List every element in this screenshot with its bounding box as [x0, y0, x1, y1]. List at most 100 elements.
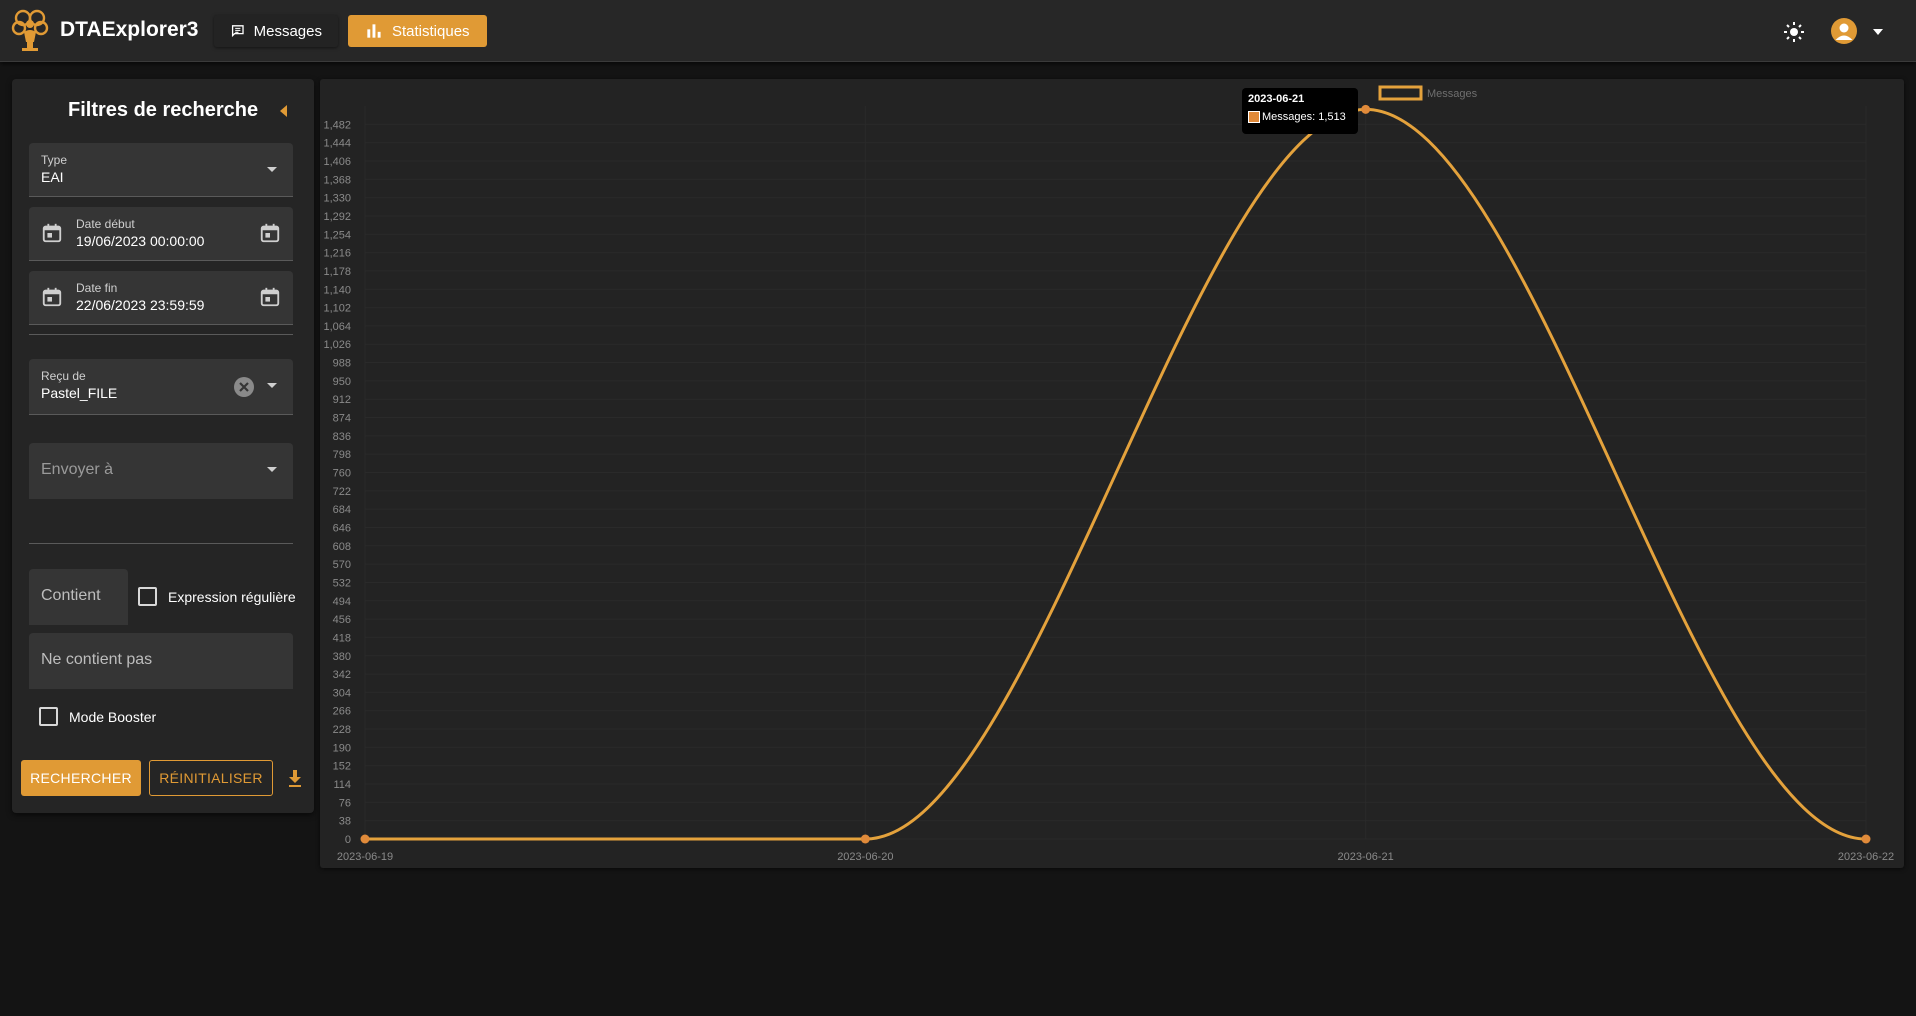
y-tick-label: 1,178	[323, 266, 351, 278]
tooltip-swatch	[1248, 111, 1260, 123]
date-end-field[interactable]: Date fin 22/06/2023 23:59:59	[29, 271, 293, 325]
regex-checkbox[interactable]	[138, 587, 157, 606]
y-tick-label: 684	[333, 504, 351, 516]
search-button[interactable]: Rechercher	[21, 760, 141, 796]
date-start-field[interactable]: Date début 19/06/2023 00:00:00	[29, 207, 293, 261]
type-select[interactable]: Type EAI	[29, 143, 293, 197]
y-tick-label: 266	[333, 706, 351, 718]
contains-input[interactable]: Contient	[29, 569, 128, 625]
download-icon[interactable]	[284, 767, 306, 789]
clear-circle-icon[interactable]	[233, 376, 255, 398]
chart-tooltip: 2023-06-21 Messages: 1,513	[1242, 88, 1358, 134]
y-tick-label: 646	[333, 522, 351, 534]
received-from-value: Pastel_FILE	[41, 385, 118, 401]
date-start-label: Date début	[76, 217, 135, 231]
y-tick-label: 456	[333, 614, 351, 626]
booster-label: Mode Booster	[69, 709, 157, 725]
data-point[interactable]	[360, 834, 370, 844]
y-tick-label: 1,140	[323, 284, 351, 296]
y-tick-label: 418	[333, 632, 351, 644]
y-tick-label: 532	[333, 577, 351, 589]
data-point[interactable]	[1361, 104, 1371, 114]
calendar-icon	[42, 223, 62, 243]
y-tick-label: 152	[333, 761, 351, 773]
tree-person-logo-icon	[11, 9, 49, 51]
contains-placeholder: Contient	[41, 587, 101, 604]
x-tick-label: 2023-06-21	[1338, 851, 1394, 863]
send-to-placeholder: Envoyer à	[41, 461, 114, 478]
y-tick-label: 1,216	[323, 248, 351, 260]
x-tick-label: 2023-06-22	[1838, 851, 1894, 863]
caret-left-icon[interactable]	[276, 101, 292, 121]
y-tick-label: 1,292	[323, 211, 351, 223]
y-tick-label: 114	[333, 779, 351, 791]
booster-checkbox[interactable]	[39, 707, 58, 726]
received-from-select[interactable]: Reçu de Pastel_FILE	[29, 359, 293, 415]
y-tick-label: 798	[333, 449, 351, 461]
sun-icon[interactable]	[1782, 20, 1806, 44]
divider	[29, 334, 293, 335]
y-tick-label: 1,482	[323, 119, 351, 131]
y-tick-label: 380	[333, 651, 351, 663]
y-tick-label: 190	[333, 742, 351, 754]
caret-down-icon	[267, 467, 277, 472]
y-tick-label: 304	[333, 687, 351, 699]
y-tick-label: 1,064	[323, 321, 351, 333]
data-point[interactable]	[1861, 834, 1871, 844]
y-tick-label: 1,368	[323, 174, 351, 186]
caret-down-icon	[267, 383, 277, 388]
y-tick-label: 342	[333, 669, 351, 681]
y-tick-label: 912	[333, 394, 351, 406]
data-point[interactable]	[860, 834, 870, 844]
type-value: EAI	[41, 169, 64, 185]
y-tick-label: 1,254	[323, 229, 351, 241]
tooltip-text: Messages: 1,513	[1262, 111, 1346, 123]
x-tick-label: 2023-06-19	[337, 851, 393, 863]
y-tick-label: 494	[333, 596, 351, 608]
nav-messages-button[interactable]: Messages	[214, 15, 338, 47]
date-start-value: 19/06/2023 00:00:00	[76, 233, 205, 249]
y-tick-label: 608	[333, 541, 351, 553]
messages-line-chart[interactable]: Messages 0 38 76 114 152 190 228 266 304 342 380 41…	[320, 79, 1904, 868]
nav-statistics-label: Statistiques	[392, 22, 470, 40]
caret-down-icon[interactable]	[1870, 24, 1886, 40]
y-tick-label: 1,102	[323, 303, 351, 315]
tooltip-title: 2023-06-21	[1248, 93, 1305, 105]
calendar-icon[interactable]	[259, 222, 281, 244]
statistics-chart-panel: Messages 0 38 76 114 152 190 228 266 304 342 380 41…	[320, 79, 1904, 868]
caret-down-icon	[267, 167, 277, 172]
regex-label: Expression régulière	[168, 589, 296, 605]
not-contains-placeholder: Ne contient pas	[41, 651, 153, 668]
filters-title: Filtres de recherche	[68, 99, 259, 121]
series-line-messages[interactable]	[364, 107, 1867, 841]
bar-chart-icon	[367, 24, 381, 38]
x-tick-label: 2023-06-20	[837, 851, 893, 863]
y-tick-label: 1,444	[323, 138, 351, 150]
y-tick-label: 950	[333, 376, 351, 388]
calendar-icon[interactable]	[259, 286, 281, 308]
y-tick-label: 1,330	[323, 193, 351, 205]
reset-button[interactable]: Réinitialiser	[149, 760, 273, 796]
y-tick-label: 570	[333, 559, 351, 571]
legend-label[interactable]: Messages	[1427, 88, 1478, 100]
account-circle-icon[interactable]	[1831, 18, 1857, 44]
type-label: Type	[41, 153, 68, 167]
divider	[29, 543, 293, 544]
nav-statistics-button[interactable]: Statistiques	[348, 15, 487, 47]
y-tick-label: 0	[345, 834, 351, 846]
y-tick-label: 76	[339, 797, 351, 809]
y-tick-label: 1,026	[323, 339, 351, 351]
nav-messages-label: Messages	[253, 22, 322, 40]
date-end-label: Date fin	[76, 281, 118, 295]
y-tick-label: 228	[333, 724, 351, 736]
y-tick-label: 988	[333, 358, 351, 370]
y-tick-label: 38	[339, 816, 351, 828]
search-filters-panel: Filtres de recherche Type EAI Date début…	[12, 79, 314, 813]
legend-swatch[interactable]	[1378, 85, 1423, 101]
y-tick-label: 722	[333, 486, 351, 498]
top-app-bar: DTAExplorer3 Messages Statistiques	[0, 0, 1916, 62]
send-to-select[interactable]: Envoyer à	[29, 443, 293, 499]
y-tick-label: 874	[333, 413, 351, 425]
not-contains-input[interactable]: Ne contient pas	[29, 633, 293, 689]
received-from-label: Reçu de	[41, 369, 86, 383]
